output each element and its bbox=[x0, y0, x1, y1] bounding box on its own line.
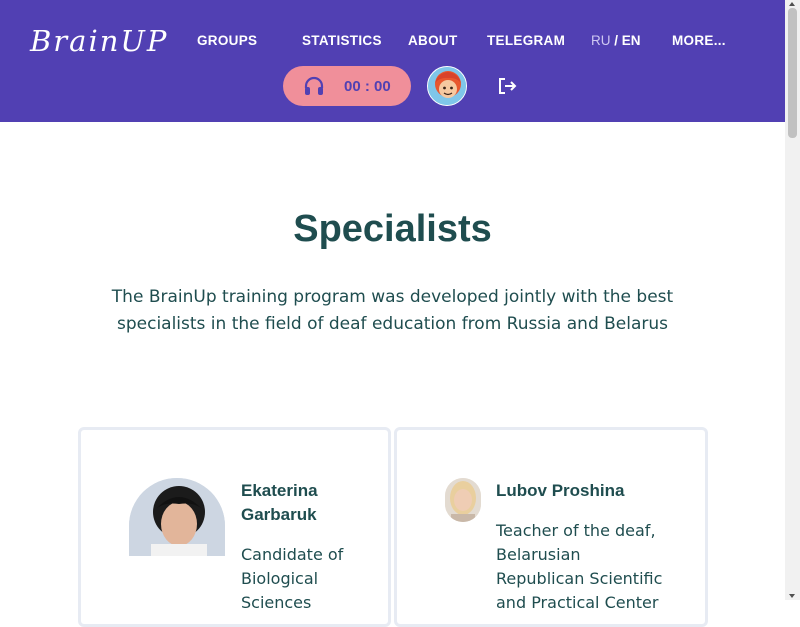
specialist-card: Lubov Proshina Teacher of the deaf, Bela… bbox=[394, 427, 708, 627]
specialist-photo bbox=[129, 478, 225, 556]
specialist-photo bbox=[445, 478, 481, 522]
scroll-up-icon[interactable] bbox=[789, 2, 795, 6]
page-scrollbar[interactable] bbox=[785, 0, 800, 600]
nav-telegram[interactable]: TELEGRAM bbox=[487, 33, 565, 48]
lang-ru[interactable]: RU bbox=[591, 33, 611, 48]
logout-icon[interactable] bbox=[497, 76, 517, 96]
nav-more[interactable]: MORE... bbox=[672, 33, 726, 48]
nav-about[interactable]: ABOUT bbox=[408, 33, 458, 48]
specialist-name: Lubov Proshina bbox=[496, 481, 625, 500]
lang-en[interactable]: EN bbox=[622, 33, 641, 48]
user-avatar[interactable] bbox=[427, 66, 467, 106]
page-subtitle: The BrainUp training program was develop… bbox=[111, 287, 674, 334]
avatar-image bbox=[428, 67, 466, 105]
scroll-thumb[interactable] bbox=[788, 8, 797, 138]
nav-groups[interactable]: GROUPS bbox=[197, 33, 257, 48]
timer-display: 00 : 00 bbox=[344, 78, 391, 95]
page-title: Specialists bbox=[293, 208, 492, 250]
headphones-icon bbox=[304, 76, 324, 95]
specialist-card: Ekaterina Garbaruk Candidate of Biologic… bbox=[78, 427, 391, 627]
language-switcher: RU / EN bbox=[591, 33, 641, 48]
scroll-down-icon[interactable] bbox=[789, 594, 795, 598]
nav-statistics[interactable]: STATISTICS bbox=[302, 33, 382, 48]
timer-button[interactable]: 00 : 00 bbox=[283, 66, 411, 106]
specialist-description: Teacher of the deaf, Belarusian Republic… bbox=[496, 521, 663, 612]
header: BrainUP GROUPS STATISTICS ABOUT TELEGRAM… bbox=[0, 0, 785, 122]
specialist-description: Candidate of Biological Sciences bbox=[241, 545, 344, 612]
lang-separator: / bbox=[610, 33, 622, 48]
specialist-name: Ekaterina Garbaruk bbox=[241, 481, 318, 524]
brainup-logo[interactable]: BrainUP bbox=[30, 24, 168, 58]
